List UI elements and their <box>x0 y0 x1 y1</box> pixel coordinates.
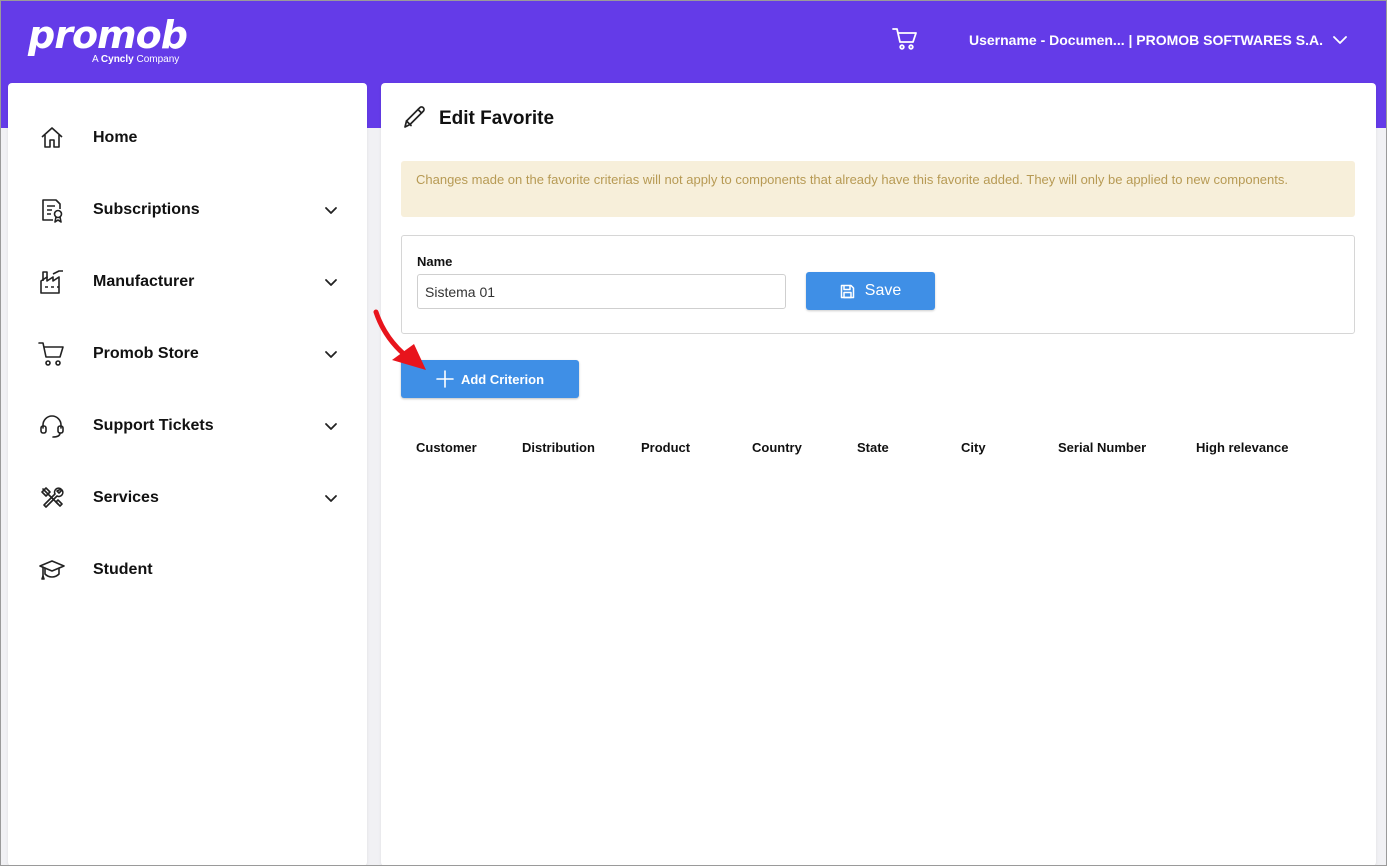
logo-wordmark: promob <box>28 13 188 57</box>
column-header-high-relevance: High relevance <box>1196 440 1289 455</box>
logo-tagline-brand: Cyncly <box>100 54 134 65</box>
main-panel: Edit Favorite Changes made on the favori… <box>381 83 1376 866</box>
sidebar-item-promob-store[interactable]: Promob Store <box>8 330 367 378</box>
sidebar-item-manufacturer[interactable]: Manufacturer <box>8 258 367 306</box>
page-title: Edit Favorite <box>439 108 555 129</box>
column-header-country: Country <box>752 440 802 455</box>
chevron-down-icon <box>325 423 337 430</box>
column-header-state: State <box>857 440 889 455</box>
floppy-disk-icon <box>840 284 855 298</box>
logo-tagline-prefix: A <box>92 54 101 65</box>
chevron-down-icon <box>325 207 337 214</box>
graduation-cap-icon <box>38 556 66 584</box>
sidebar-item-subscriptions[interactable]: Subscriptions <box>8 186 367 234</box>
column-header-product: Product <box>641 440 691 455</box>
plus-icon <box>436 370 454 388</box>
promob-logo[interactable]: promob A Cyncly Company <box>28 13 188 65</box>
chevron-down-icon <box>325 279 337 286</box>
cart-icon <box>38 340 66 368</box>
pencil-icon <box>404 106 425 128</box>
column-header-city: City <box>961 440 986 455</box>
headset-icon <box>38 412 66 440</box>
user-account-label: Username - Documen... | PROMOB SOFTWARES… <box>969 32 1323 48</box>
sidebar-item-support-tickets[interactable]: Support Tickets <box>8 402 367 450</box>
cart-icon[interactable] <box>892 27 918 51</box>
sidebar-item-label: Student <box>93 561 153 578</box>
sidebar: Home Subscriptions Manufacturer Promob S… <box>8 83 367 866</box>
sidebar-item-services[interactable]: Services <box>8 474 367 522</box>
home-icon <box>38 124 66 152</box>
sidebar-item-home[interactable]: Home <box>8 114 367 162</box>
column-header-serial-number: Serial Number <box>1058 440 1147 455</box>
tools-icon <box>38 484 66 512</box>
add-criterion-label: Add Criterion <box>460 371 545 387</box>
logo-tagline-suffix: Company <box>133 54 180 65</box>
save-button[interactable]: Save <box>806 272 935 310</box>
user-account-menu[interactable]: Username - Documen... | PROMOB SOFTWARES… <box>969 32 1347 48</box>
chevron-down-icon <box>325 495 337 502</box>
annotation-arrow-icon <box>373 309 426 370</box>
chevron-down-icon <box>325 351 337 358</box>
sidebar-item-label: Manufacturer <box>93 273 195 290</box>
sidebar-item-student[interactable]: Student <box>8 546 367 594</box>
warning-notice: Changes made on the favorite criterias w… <box>401 161 1355 217</box>
logo-tagline: A Cyncly Company <box>92 54 179 65</box>
save-button-label: Save <box>864 282 902 299</box>
column-header-customer: Customer <box>416 440 477 455</box>
sidebar-item-label: Home <box>93 129 138 146</box>
factory-icon <box>38 268 66 296</box>
certificate-icon <box>38 196 66 224</box>
sidebar-item-label: Services <box>93 489 159 506</box>
favorite-form: Name Save <box>401 235 1355 334</box>
sidebar-item-label: Promob Store <box>93 345 199 362</box>
sidebar-item-label: Support Tickets <box>93 417 214 434</box>
chevron-down-icon <box>1333 36 1347 44</box>
name-label: Name <box>417 254 453 269</box>
name-input[interactable] <box>417 274 786 309</box>
sidebar-item-label: Subscriptions <box>93 201 200 218</box>
column-header-distribution: Distribution <box>522 440 595 455</box>
